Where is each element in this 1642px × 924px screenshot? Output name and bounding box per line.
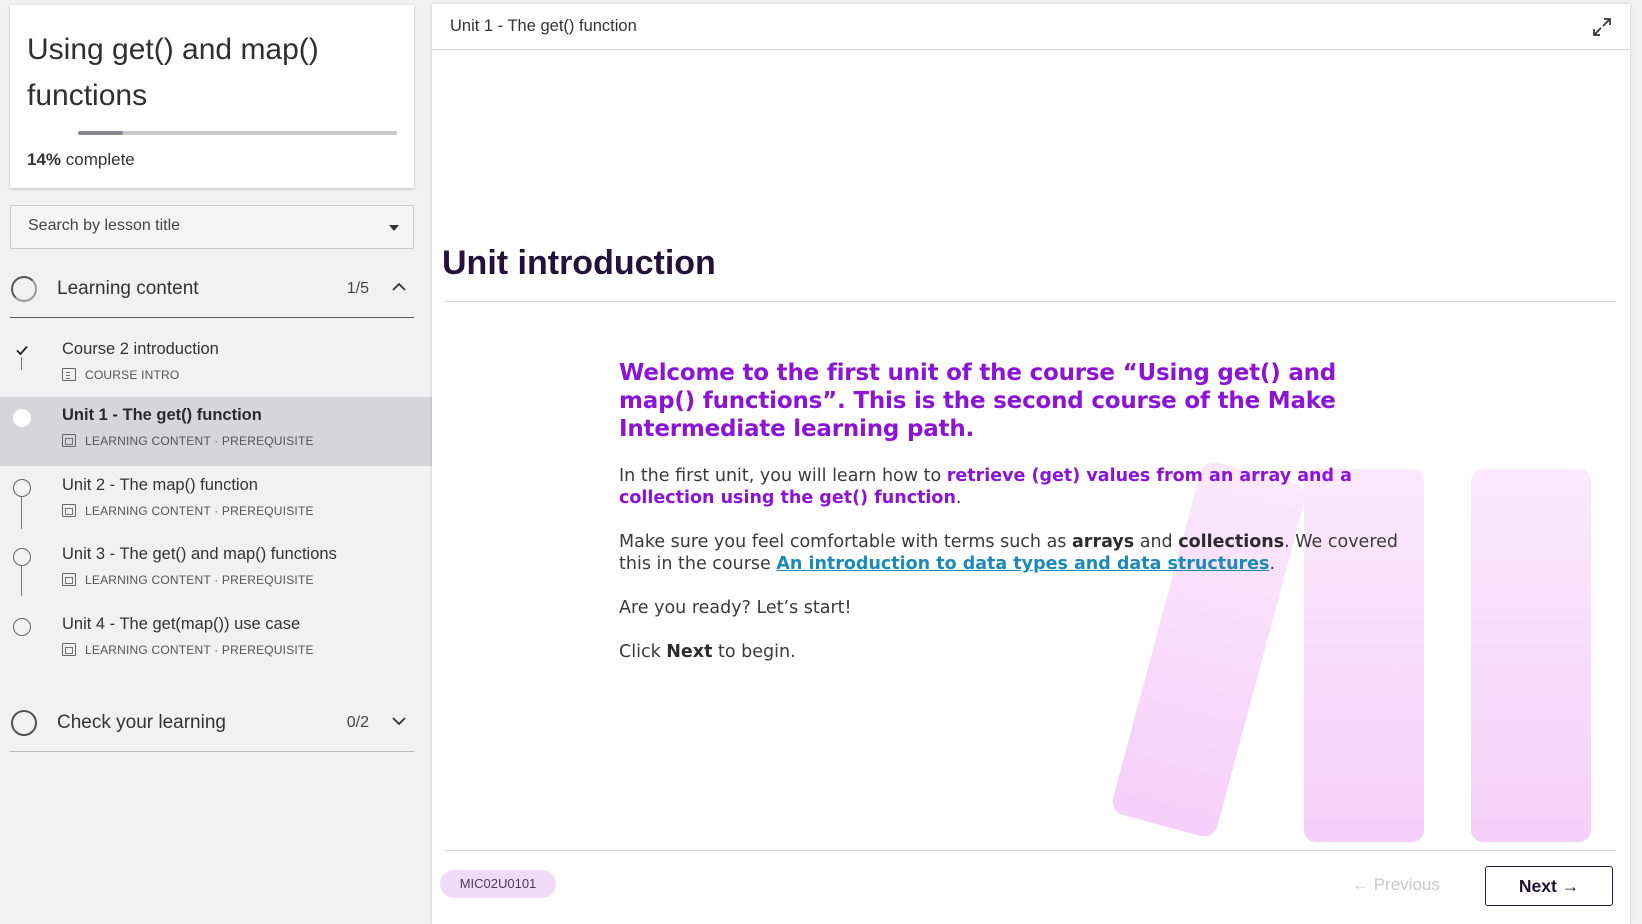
- paragraph-2: Make sure you feel comfortable with term…: [619, 532, 1399, 574]
- lesson-meta: LEARNING CONTENT · PREREQUISITE: [62, 434, 314, 448]
- chevron-up-icon[interactable]: [392, 282, 406, 294]
- lesson-meta: LEARNING CONTENT · PREREQUISITE: [62, 573, 314, 587]
- lesson-title: Unit 2 - The map() function: [62, 476, 258, 494]
- lesson-title: Unit 3 - The get() and map() functions: [62, 545, 337, 563]
- course-progress-fill: [78, 131, 123, 135]
- search-placeholder: Search by lesson title: [28, 217, 181, 234]
- previous-button[interactable]: ← Previous: [1352, 870, 1440, 900]
- intro-text: Welcome to the first unit of the course …: [619, 360, 1337, 442]
- course-sidebar: Using get() and map() functions 14% comp…: [0, 0, 432, 924]
- divider: [445, 301, 1616, 302]
- lesson-status-dot: [13, 548, 31, 566]
- lesson-meta: LEARNING CONTENT · PREREQUISITE: [62, 643, 314, 657]
- learning-content-icon: [62, 504, 76, 517]
- section-learning-content[interactable]: Learning content 1/5: [10, 262, 414, 318]
- divider: [445, 850, 1616, 851]
- unit-heading: Unit introduction: [442, 244, 716, 282]
- lesson-body: Welcome to the first unit of the course …: [619, 359, 1399, 663]
- course-intro-icon: [62, 368, 76, 381]
- paragraph-3: Are you ready? Let’s start!: [619, 598, 852, 618]
- lesson-item-unit-3[interactable]: Unit 3 - The get() and map() functions L…: [0, 536, 432, 605]
- course-card: Using get() and map() functions 14% comp…: [10, 5, 414, 188]
- checkmark-icon: [16, 345, 28, 356]
- progress-label: 14% complete: [27, 150, 135, 170]
- chevron-down-icon[interactable]: [392, 716, 406, 728]
- lesson-title: Unit 4 - The get(map()) use case: [62, 615, 301, 633]
- learning-content-icon: [62, 573, 76, 586]
- learning-content-icon: [62, 434, 76, 447]
- section-progress-icon: [11, 276, 37, 302]
- section-progress-icon: [11, 710, 37, 736]
- progress-percent: 14%: [27, 150, 62, 169]
- lesson-status-dot: [13, 618, 31, 636]
- course-progress-bar: [78, 131, 397, 135]
- paragraph-4: Click Next to begin.: [619, 642, 796, 662]
- lesson-content-panel: Unit 1 - The get() function Unit introdu…: [432, 4, 1630, 924]
- section-title: Learning content: [57, 278, 199, 299]
- lesson-status-dot: [13, 409, 31, 427]
- lesson-item-unit-1[interactable]: Unit 1 - The get() function LEARNING CON…: [0, 397, 432, 466]
- course-title: Using get() and map() functions: [27, 33, 319, 112]
- lesson-meta: COURSE INTRO: [62, 368, 179, 382]
- lesson-status-dot: [13, 479, 31, 497]
- caret-down-icon: [389, 225, 399, 231]
- lesson-code-badge: MIC02U0101: [440, 870, 556, 898]
- lesson-item-unit-2[interactable]: Unit 2 - The map() function LEARNING CON…: [0, 467, 432, 536]
- lesson-meta: LEARNING CONTENT · PREREQUISITE: [62, 504, 314, 518]
- lesson-item-course-intro[interactable]: Course 2 introduction COURSE INTRO: [0, 331, 432, 400]
- section-title: Check your learning: [57, 712, 226, 733]
- lesson-title: Course 2 introduction: [62, 340, 219, 358]
- lesson-item-unit-4[interactable]: Unit 4 - The get(map()) use case LEARNIN…: [0, 606, 432, 675]
- lesson-search-dropdown[interactable]: Search by lesson title: [10, 205, 414, 249]
- learning-content-icon: [62, 643, 76, 656]
- course-link[interactable]: An introduction to data types and data s…: [776, 554, 1269, 574]
- paragraph-1: In the first unit, you will learn how to…: [619, 466, 1352, 508]
- next-button[interactable]: Next →: [1485, 866, 1613, 906]
- section-count: 1/5: [346, 280, 369, 297]
- progress-suffix: complete: [65, 150, 135, 169]
- section-count: 0/2: [346, 714, 369, 731]
- lesson-title: Unit 1 - The get() function: [62, 406, 262, 424]
- section-check-your-learning[interactable]: Check your learning 0/2: [10, 696, 414, 752]
